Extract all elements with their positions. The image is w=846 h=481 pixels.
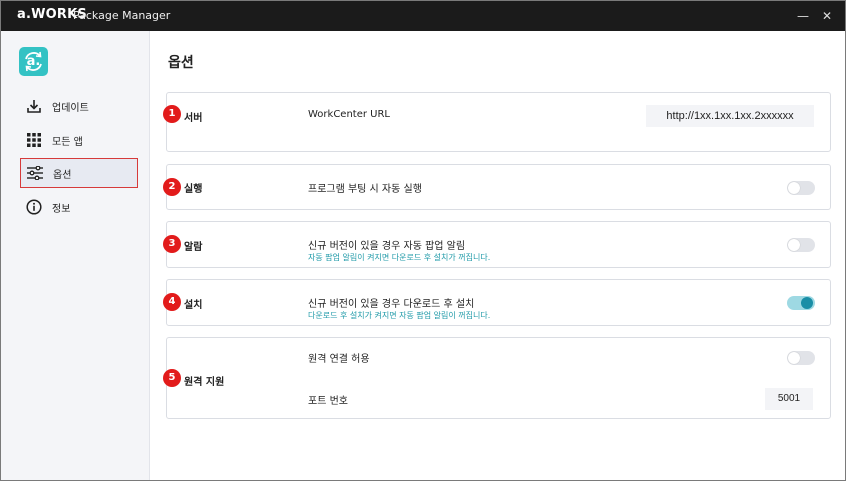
app-window: a.WORKS Package Manager — ✕ a. 업데이트 모든 앱… (0, 0, 846, 481)
option-hint: 다운로드 후 설치가 켜지면 자동 팝업 알림이 꺼집니다. (308, 311, 491, 320)
port-label: 포트 번호 (308, 396, 348, 407)
sliders-icon (26, 164, 44, 182)
app-logo: a. (19, 47, 48, 76)
grid-icon (25, 131, 43, 149)
section-number-badge: 4 (163, 293, 181, 311)
section-number-badge: 3 (163, 235, 181, 253)
remote-connection-toggle[interactable] (787, 351, 815, 365)
workcenter-url-input[interactable]: http://1xx.1xx.1xx.2xxxxxx (646, 105, 814, 127)
minimize-button[interactable]: — (794, 7, 812, 25)
sidebar-item-label: 모든 앱 (52, 136, 83, 148)
app-title: Package Manager (73, 9, 171, 22)
sidebar-item-all-apps[interactable]: 모든 앱 (20, 125, 138, 155)
section-label: 실행 (184, 184, 203, 195)
title-bar[interactable]: a.WORKS Package Manager — ✕ (1, 1, 845, 31)
sidebar: a. 업데이트 모든 앱 옵션 정보 (1, 31, 150, 480)
port-number-input[interactable]: 5001 (765, 388, 813, 410)
toggle-knob (788, 239, 800, 251)
auto-run-toggle[interactable] (787, 181, 815, 195)
section-label: 원격 지원 (184, 377, 225, 388)
refresh-ring-icon (25, 51, 42, 72)
option-label: 신규 버전이 있을 경우 다운로드 후 설치 (308, 299, 475, 310)
popup-alarm-toggle[interactable] (787, 238, 815, 252)
sidebar-item-info[interactable]: 정보 (20, 192, 138, 222)
section-alarm: 3 알람 신규 버전이 있을 경우 자동 팝업 알림 자동 팝업 알림이 켜지면… (163, 221, 831, 268)
option-label: 프로그램 부팅 시 자동 실행 (308, 184, 422, 195)
sidebar-item-label: 옵션 (53, 169, 72, 181)
sidebar-item-options[interactable]: 옵션 (20, 158, 138, 188)
section-install: 4 설치 신규 버전이 있을 경우 다운로드 후 설치 다운로드 후 설치가 켜… (163, 279, 831, 326)
section-label: 설치 (184, 300, 203, 311)
section-number-badge: 5 (163, 369, 181, 387)
option-label: WorkCenter URL (308, 109, 390, 120)
section-server: 1 서버 WorkCenter URL http://1xx.1xx.1xx.2… (163, 92, 831, 152)
sidebar-item-label: 업데이트 (52, 102, 89, 114)
auto-install-toggle[interactable] (787, 296, 815, 310)
toggle-knob (801, 297, 813, 309)
section-remote-support: 5 원격 지원 원격 연결 허용 포트 번호 5001 (163, 337, 831, 419)
page-title: 옵션 (168, 55, 194, 71)
option-label: 원격 연결 허용 (308, 354, 370, 365)
close-button[interactable]: ✕ (818, 7, 836, 25)
toggle-knob (788, 352, 800, 364)
section-number-badge: 1 (163, 105, 181, 123)
option-hint: 자동 팝업 알림이 켜지면 다운로드 후 설치가 꺼집니다. (308, 253, 491, 262)
section-run: 2 실행 프로그램 부팅 시 자동 실행 (163, 164, 831, 210)
toggle-knob (788, 182, 800, 194)
section-label: 서버 (184, 113, 203, 124)
section-number-badge: 2 (163, 178, 181, 196)
main-content: 옵션 1 서버 WorkCenter URL http://1xx.1xx.1x… (151, 31, 845, 480)
sidebar-item-label: 정보 (52, 203, 71, 215)
section-label: 알람 (184, 242, 203, 253)
sidebar-item-updates[interactable]: 업데이트 (20, 91, 138, 121)
option-label: 신규 버전이 있을 경우 자동 팝업 알림 (308, 241, 466, 252)
info-icon (25, 198, 43, 216)
download-icon (25, 97, 43, 115)
